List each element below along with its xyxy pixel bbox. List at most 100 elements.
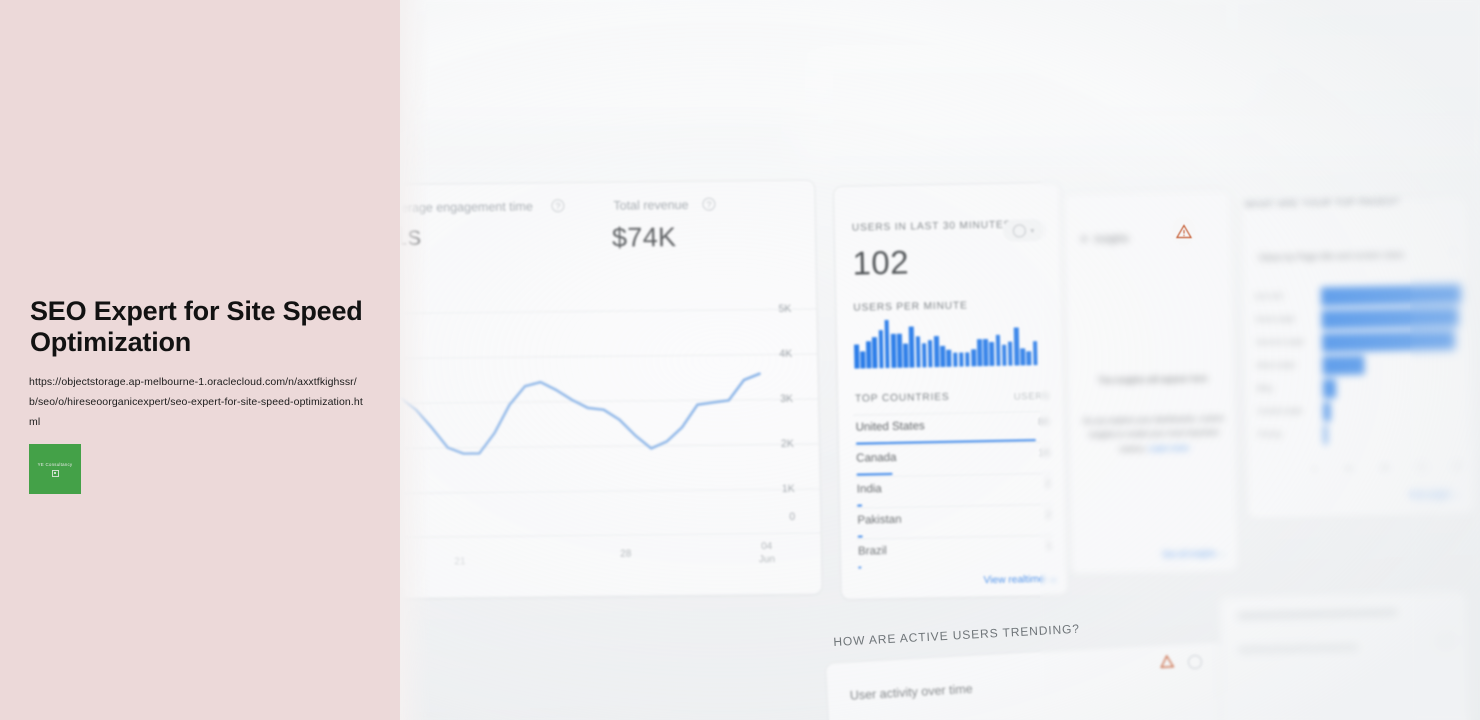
top-pages-x-axis: 0 2K 4K 6K 8K: [1313, 463, 1463, 473]
photo-sheen: [800, 40, 1480, 160]
country-users: 80: [1037, 415, 1050, 429]
x-tick: 0: [1312, 466, 1317, 474]
top-countries-label: TOP COUNTRIES: [854, 391, 950, 405]
bar-row: Pricing: [1258, 420, 1458, 447]
bar: [958, 352, 964, 367]
realtime-users-value: 102: [852, 243, 910, 282]
left-info-panel: SEO Expert for Site Speed Optimization h…: [0, 0, 400, 720]
bar: [860, 351, 866, 369]
users-column-label: USERS: [1013, 389, 1051, 402]
country-users: 1: [1045, 539, 1053, 552]
bar-label: Pricing: [1257, 429, 1282, 439]
dashboard-photo: Average engagement time ? 51s Total reve…: [400, 0, 1480, 720]
country-users: 2: [1044, 477, 1051, 490]
country-row[interactable]: India 2: [854, 472, 1054, 508]
users-per-minute-chart: [854, 317, 1038, 369]
bar: [903, 343, 909, 368]
bar: [896, 333, 903, 368]
y-tick-1k: 1K: [781, 482, 795, 495]
realtime-users-label: USERS IN LAST 30 MINUTES: [851, 219, 1012, 234]
bar: [977, 338, 983, 367]
bar: [940, 346, 946, 367]
realtime-options-pill[interactable]: ▾: [1002, 218, 1046, 242]
country-name: Brazil: [857, 545, 887, 558]
bar: [1001, 345, 1007, 366]
bar: [971, 349, 977, 367]
placeholder-line: [1238, 643, 1359, 654]
bar: [878, 330, 884, 369]
bar: [866, 340, 872, 369]
country-users: 2: [1045, 508, 1052, 521]
more-options-icon[interactable]: [1188, 655, 1202, 669]
bar: [872, 337, 878, 369]
top-pages-card: Views by Page title and screen class ⋮ (…: [1240, 195, 1477, 520]
more-options-icon[interactable]: [1437, 633, 1455, 649]
bar: [1020, 348, 1026, 366]
bar: [1323, 402, 1331, 422]
x-tick: 6K: [1417, 464, 1427, 472]
clock-icon: [1013, 223, 1027, 238]
user-activity-card: User activity over time: [825, 640, 1232, 720]
country-bar: [858, 566, 862, 569]
bar: [921, 343, 927, 368]
country-row[interactable]: Brazil 1: [855, 534, 1055, 570]
view-pages-link[interactable]: View pages →: [1410, 489, 1462, 499]
insights-body: As you explore your dashboards, custom i…: [1079, 412, 1228, 458]
x-tick: 4K: [1380, 464, 1390, 473]
bar: [927, 339, 933, 368]
warning-triangle-icon[interactable]: [1172, 216, 1196, 246]
insights-title-label: Insights: [1094, 233, 1129, 246]
users-per-minute-label: USERS PER MINUTE: [853, 300, 968, 314]
more-options-icon[interactable]: ⋮: [1449, 246, 1458, 257]
overview-card: Average engagement time ? 51s Total reve…: [400, 179, 823, 599]
country-row[interactable]: United States 80: [853, 410, 1052, 446]
insights-card: ✦ Insights The insights will appear here…: [1062, 188, 1240, 576]
country-name: Pakistan: [857, 513, 902, 527]
revenue-line-chart: [400, 372, 761, 455]
bar-label: Blog: [1256, 383, 1273, 393]
country-row[interactable]: Canada 16: [853, 441, 1053, 477]
see-all-insights-link[interactable]: See all insights →: [1162, 549, 1226, 559]
bar: [995, 334, 1001, 366]
x-tick: 2K: [1344, 465, 1354, 473]
country-row[interactable]: Pakistan 2: [855, 503, 1054, 539]
bar: [983, 338, 989, 367]
x-tick: 8K: [1453, 463, 1463, 471]
bar: [1322, 355, 1365, 376]
x-tick-21: 21: [454, 556, 466, 568]
placeholder-line: [1237, 608, 1398, 620]
bar: [1321, 307, 1459, 330]
logo: YE Consultancy: [29, 444, 81, 494]
bar: [884, 319, 890, 369]
logo-text: YE Consultancy: [37, 461, 73, 467]
active-users-section-head: HOW ARE ACTIVE USERS TRENDING?: [833, 621, 1081, 649]
top-pages-title: Views by Page title and screen class: [1258, 249, 1405, 263]
user-activity-title: User activity over time: [849, 681, 974, 703]
y-tick-2k: 2K: [780, 437, 794, 450]
bar: [909, 326, 915, 368]
country-users: 16: [1038, 446, 1051, 460]
y-tick-4k: 4K: [779, 347, 793, 360]
bar-label: Services page: [1255, 336, 1305, 347]
secondary-panel-card: [1218, 590, 1473, 720]
bar: [890, 333, 897, 368]
country-bar: [857, 535, 864, 538]
bar: [989, 341, 995, 367]
y-tick-0: 0: [789, 510, 796, 523]
bar: [1323, 425, 1327, 445]
bar: [1032, 341, 1038, 366]
bar: [952, 352, 958, 367]
bar: [854, 344, 860, 369]
warning-triangle-icon[interactable]: [1160, 654, 1175, 669]
bar: [946, 349, 952, 367]
country-name: India: [856, 483, 882, 496]
chevron-down-icon: ▾: [1030, 225, 1035, 235]
view-realtime-link[interactable]: View realtime →: [984, 574, 1058, 586]
bar: [965, 352, 970, 367]
country-bar: [857, 504, 863, 507]
x-tick-04-jun: 04 Jun: [758, 541, 776, 565]
insights-learn-more-link[interactable]: Learn more: [1149, 443, 1189, 453]
country-name: Canada: [856, 451, 897, 465]
square-badge-icon: [51, 469, 59, 477]
top-countries-list: United States 80 Canada 16 India 2 Pakistan 2 Br…: [834, 183, 1060, 570]
